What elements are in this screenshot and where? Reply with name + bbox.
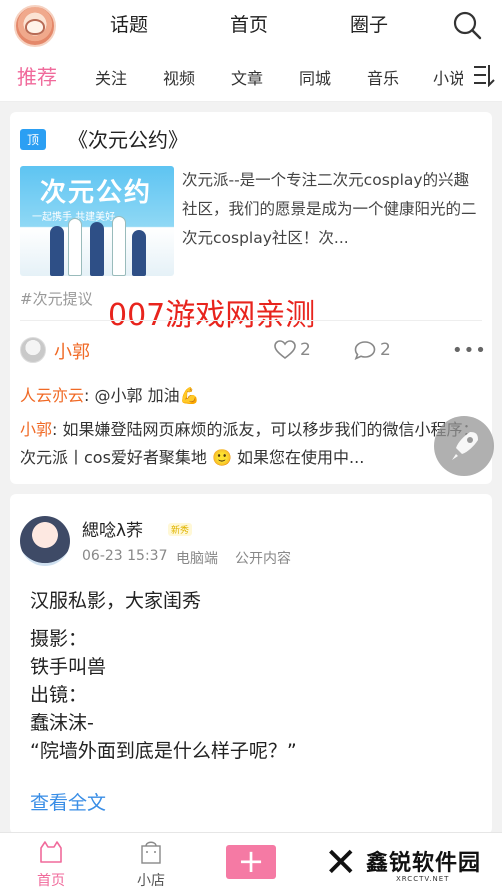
- tab-novel[interactable]: 小说: [433, 65, 463, 89]
- comment-item[interactable]: 人云亦云: @小郭 加油💪: [20, 382, 482, 410]
- like-button[interactable]: 2: [274, 340, 311, 360]
- home-icon: [40, 841, 62, 863]
- pinned-badge: 顶: [20, 129, 47, 150]
- comment-button[interactable]: 2: [354, 340, 391, 360]
- post-title[interactable]: 《次元公约》: [68, 124, 188, 153]
- bottom-nav: 首页 小店 + ✕ 鑫锐软件园 XRCCTV.NET: [0, 832, 502, 892]
- top-bar: 话题 首页 圈子: [0, 0, 502, 50]
- post-text-line: 摄影：: [30, 628, 88, 650]
- level-badge: 新秀: [168, 523, 193, 536]
- post-thumbnail[interactable]: 次元公约 一起携手 共建美好: [20, 166, 174, 276]
- author-avatar[interactable]: [20, 516, 70, 566]
- like-count: 2: [300, 340, 311, 360]
- comment-text: : @小郭 加油💪: [84, 386, 200, 405]
- post-visibility: 公开内容: [235, 551, 291, 567]
- comment-text: : 如果嫌登陆网页麻烦的派友，可以移步我们的微信小程序：次元派丨cos爱好者聚集…: [20, 420, 479, 467]
- author-name[interactable]: 緦唸λ荞: [82, 516, 143, 541]
- tab-music[interactable]: 音乐: [367, 65, 399, 89]
- tab-menu-icon[interactable]: [472, 63, 496, 87]
- post-date: 06-23 15:37: [82, 548, 168, 564]
- post-text-line: 铁手叫兽: [30, 656, 107, 678]
- watermark-text: 007游戏网亲测: [108, 298, 316, 333]
- author-avatar[interactable]: [20, 337, 46, 363]
- post-text-line: 出镜：: [30, 684, 88, 706]
- logo-x-icon: ✕: [324, 840, 358, 886]
- comment-item[interactable]: 小郭: 如果嫌登陆网页麻烦的派友，可以移步我们的微信小程序：次元派丨cos爱好者…: [20, 416, 482, 472]
- category-tabs: 推荐 关注 视频 文章 同城 音乐 小说: [0, 50, 502, 102]
- post-device: 电脑端: [176, 551, 218, 567]
- comment-icon: [354, 341, 376, 360]
- plus-icon: +: [237, 842, 265, 880]
- logo-name: 鑫锐软件园: [366, 851, 482, 876]
- post-card[interactable]: 緦唸λ荞 新秀 06-23 15:37 电脑端 公开内容 汉服私影，大家闺秀 摄…: [10, 494, 492, 834]
- comment-author[interactable]: 人云亦云: [20, 386, 84, 405]
- comment-count: 2: [380, 340, 391, 360]
- bottom-nav-shop-label: 小店: [137, 873, 165, 889]
- post-excerpt[interactable]: 次元派--是一个专注二次元cosplay的兴趣社区，我们的愿景是成为一个健康阳光…: [182, 166, 484, 253]
- nav-circles[interactable]: 圈子: [350, 10, 388, 37]
- tab-video[interactable]: 视频: [163, 65, 195, 89]
- post-text-line: 蠢沫沫-: [30, 712, 94, 734]
- tab-local[interactable]: 同城: [299, 65, 331, 89]
- floating-action-button[interactable]: [434, 416, 494, 476]
- create-post-button[interactable]: +: [226, 845, 276, 879]
- divider: [20, 320, 482, 321]
- nav-home[interactable]: 首页: [230, 10, 268, 37]
- site-logo: ✕ 鑫锐软件园 XRCCTV.NET: [324, 841, 494, 887]
- logo-url: XRCCTV.NET: [396, 875, 450, 883]
- user-avatar[interactable]: [14, 5, 56, 47]
- bottom-nav-home-label: 首页: [37, 873, 65, 889]
- shop-icon: [141, 841, 161, 864]
- post-hashtag[interactable]: #次元提议: [20, 288, 93, 309]
- post-card-pinned[interactable]: 顶 《次元公约》 次元公约 一起携手 共建美好 次元派--是一个专注二次元cos…: [10, 112, 492, 484]
- thumbnail-title: 次元公约: [40, 178, 153, 208]
- tab-follow[interactable]: 关注: [95, 65, 127, 89]
- more-options-icon[interactable]: •••: [452, 340, 487, 361]
- author-name[interactable]: 小郭: [54, 338, 90, 364]
- comment-author[interactable]: 小郭: [20, 420, 52, 439]
- tab-recommend[interactable]: 推荐: [17, 61, 57, 90]
- post-text-line: “院墙外面到底是什么样子呢？”: [30, 740, 297, 762]
- read-more-link[interactable]: 查看全文: [30, 788, 106, 815]
- nav-topics[interactable]: 话题: [110, 10, 148, 37]
- rocket-icon: [452, 432, 478, 460]
- heart-icon: [274, 340, 296, 360]
- search-icon[interactable]: [452, 10, 482, 40]
- post-text-line: 汉服私影，大家闺秀: [30, 590, 202, 612]
- bottom-nav-home[interactable]: 首页: [26, 838, 76, 889]
- tab-article[interactable]: 文章: [231, 65, 263, 89]
- bottom-nav-shop[interactable]: 小店: [126, 838, 176, 889]
